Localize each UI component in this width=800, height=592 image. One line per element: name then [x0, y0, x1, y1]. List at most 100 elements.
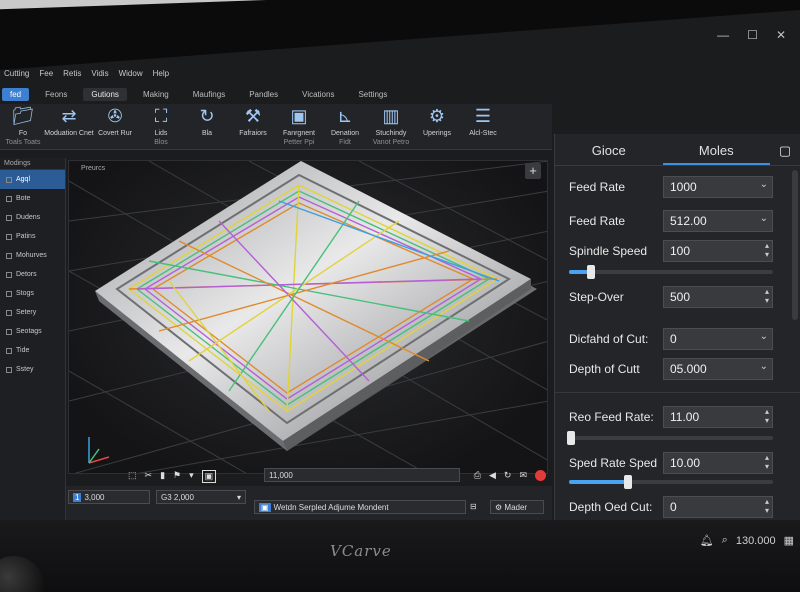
param-spinner[interactable]: 10.00 ▴ ▾	[663, 452, 773, 474]
tab-moles[interactable]: Moles	[662, 134, 770, 165]
param-dropdown[interactable]: 05.000 ⌄	[663, 358, 773, 380]
save-icon[interactable]: ▣	[201, 470, 217, 483]
mail-icon[interactable]: ✉	[519, 470, 527, 481]
ribbon-button-8[interactable]: ▥ Stuchindy Vanot Petro	[370, 104, 412, 147]
tree-node-icon	[6, 309, 12, 316]
ribbon-button-5[interactable]: ⚒ Fafraiors	[232, 104, 274, 139]
close-button[interactable]: ✕	[776, 28, 786, 42]
param-spinner[interactable]: 0 ▴ ▾	[663, 496, 773, 518]
tree-item[interactable]: Detors	[0, 265, 65, 284]
param-spinner[interactable]: 100 ▴ ▾	[663, 240, 773, 262]
ribbon-button-10[interactable]: ☰ Alcl-Stec	[462, 104, 504, 139]
param-dropdown[interactable]: 1000 ⌄	[663, 176, 773, 198]
param-spinner[interactable]: 500 ▴ ▾	[663, 286, 773, 308]
ribbon-button-7[interactable]: ⊾ Denation Fidt	[324, 104, 366, 147]
tree-item-label: Bote	[16, 195, 31, 202]
tab-3[interactable]: Making	[135, 88, 177, 101]
tab-6[interactable]: Vications	[294, 88, 342, 101]
tree-node-icon	[6, 366, 12, 373]
tree-item[interactable]: Dudens	[0, 208, 65, 227]
lock-icon[interactable]: ⊟	[470, 502, 477, 511]
print-icon[interactable]: ⎙	[474, 470, 481, 481]
ribbon-button-9[interactable]: ⚙ Uperings	[416, 104, 458, 139]
menu-item-0[interactable]: Cutting	[4, 69, 29, 78]
tab-0[interactable]: fed	[2, 87, 30, 101]
slider-thumb[interactable]	[567, 431, 575, 445]
tab-2[interactable]: Gutions	[83, 87, 127, 101]
ribbon-button-4[interactable]: ↻ Bla	[186, 104, 228, 139]
tab-gioce[interactable]: Gioce	[555, 134, 663, 165]
tab-5[interactable]: Pandles	[241, 88, 286, 101]
slider-thumb[interactable]	[587, 265, 596, 279]
3d-viewport[interactable]: Preurcs +	[68, 160, 548, 474]
tab-7[interactable]: Settings	[350, 88, 395, 101]
param-dropdown[interactable]: 0 ⌄	[663, 328, 773, 350]
panel-scrollbar[interactable]	[792, 170, 798, 320]
param-label: Feed Rate	[569, 180, 626, 194]
param-row: Sped Rate Sped 10.00 ▴ ▾	[569, 452, 775, 476]
pin-icon[interactable]: ▾	[189, 470, 194, 483]
tree-item[interactable]: Mohurves	[0, 246, 65, 265]
slider-0[interactable]	[569, 265, 773, 279]
menu-item-3[interactable]: Vidis	[91, 69, 108, 78]
tree-item[interactable]: Stogs	[0, 284, 65, 303]
flag-icon[interactable]: ⚑	[173, 470, 181, 483]
grid-icon[interactable]: ▦	[784, 534, 794, 547]
ribbon-sublabel: Toals Toats	[5, 139, 41, 146]
record-button[interactable]	[535, 470, 546, 481]
param-label: Step-Over	[569, 290, 624, 304]
ribbon-button-6[interactable]: ▣ Fanrgnent Petter Ppi	[278, 104, 320, 147]
menu-item-4[interactable]: Widow	[119, 69, 143, 78]
maximize-button[interactable]: ☐	[747, 28, 758, 42]
fill-icon[interactable]: ▮	[160, 470, 165, 483]
viewport-value-field[interactable]: 11,000	[264, 468, 460, 482]
tree-item[interactable]: Bote	[0, 189, 65, 208]
undo-icon[interactable]: ◀	[489, 470, 496, 481]
slider-thumb[interactable]	[624, 475, 633, 489]
tree-item[interactable]: Tide	[0, 341, 65, 360]
slider-2[interactable]	[569, 475, 773, 489]
ribbon-toolbar: 📁︎ Fo Toals Toats ⇄ Moduation Cnet ✇ Covert Ru…	[0, 104, 552, 150]
redo-icon[interactable]: ↻	[504, 470, 512, 481]
ribbon-label: Fanrgnent	[283, 130, 315, 137]
viewport-actions: ⎙ ◀ ↻ ✉	[474, 470, 546, 481]
ribbon-button-0[interactable]: 📁︎ Fo Toals Toats	[2, 104, 44, 147]
tab-4[interactable]: Maufings	[185, 88, 233, 101]
chevron-down-icon: ⌄	[759, 179, 768, 190]
param-spinner[interactable]: 11.00 ▴ ▾	[663, 406, 773, 428]
slider-1[interactable]	[567, 431, 773, 445]
cut-icon[interactable]: ✂	[145, 470, 153, 483]
menu-bar: Cutting Fee Retis Vidis Widow Help	[0, 64, 560, 82]
param-value: 0	[670, 332, 677, 346]
tree-item[interactable]: Patins	[0, 227, 65, 246]
ribbon-button-3[interactable]: ⛶ Lids Blos	[140, 104, 182, 147]
ribbon-button-2[interactable]: ✇ Covert Rur	[94, 104, 136, 139]
tree-item[interactable]: Agql	[0, 170, 65, 189]
tree-item[interactable]: Sstey	[0, 360, 65, 379]
coord-field-2[interactable]: G3 2,000 ▾	[156, 490, 246, 504]
bell-icon[interactable]: 🔔︎	[700, 534, 714, 547]
add-view-button[interactable]: +	[525, 163, 541, 179]
param-value: 500	[670, 290, 691, 304]
menu-item-1[interactable]: Fee	[39, 69, 53, 78]
status-message: Wetdn Serpled Adjume Mondent	[273, 503, 389, 512]
param-dropdown[interactable]: 512.00 ⌄	[663, 210, 773, 232]
minimize-button[interactable]: —	[717, 28, 729, 42]
mader-button[interactable]: ⚙ Mader	[490, 500, 544, 514]
tree-header: Modings	[0, 158, 65, 170]
select-icon[interactable]: ⬚	[128, 470, 137, 483]
menu-item-2[interactable]: Retis	[63, 69, 81, 78]
menu-item-5[interactable]: Help	[153, 69, 169, 78]
tree-item[interactable]: Setery	[0, 303, 65, 322]
viewport-tools: ⬚ ✂ ▮ ⚑ ▾ ▣	[128, 470, 217, 483]
panel-toggle-icon[interactable]: ▢	[770, 134, 800, 165]
search-icon[interactable]: ⌕	[722, 534, 728, 547]
param-value: 1000	[670, 180, 697, 194]
ribbon-button-1[interactable]: ⇄ Moduation Cnet	[44, 104, 93, 139]
tree-item[interactable]: Seotags	[0, 322, 65, 341]
ribbon-sublabel: Vanot Petro	[372, 139, 410, 146]
tab-1[interactable]: Feons	[37, 88, 75, 101]
coord-field-1[interactable]: 1 3,000	[68, 490, 150, 504]
ribbon-label: Covert Rur	[98, 130, 132, 137]
folder-icon: 📁︎	[11, 105, 35, 126]
